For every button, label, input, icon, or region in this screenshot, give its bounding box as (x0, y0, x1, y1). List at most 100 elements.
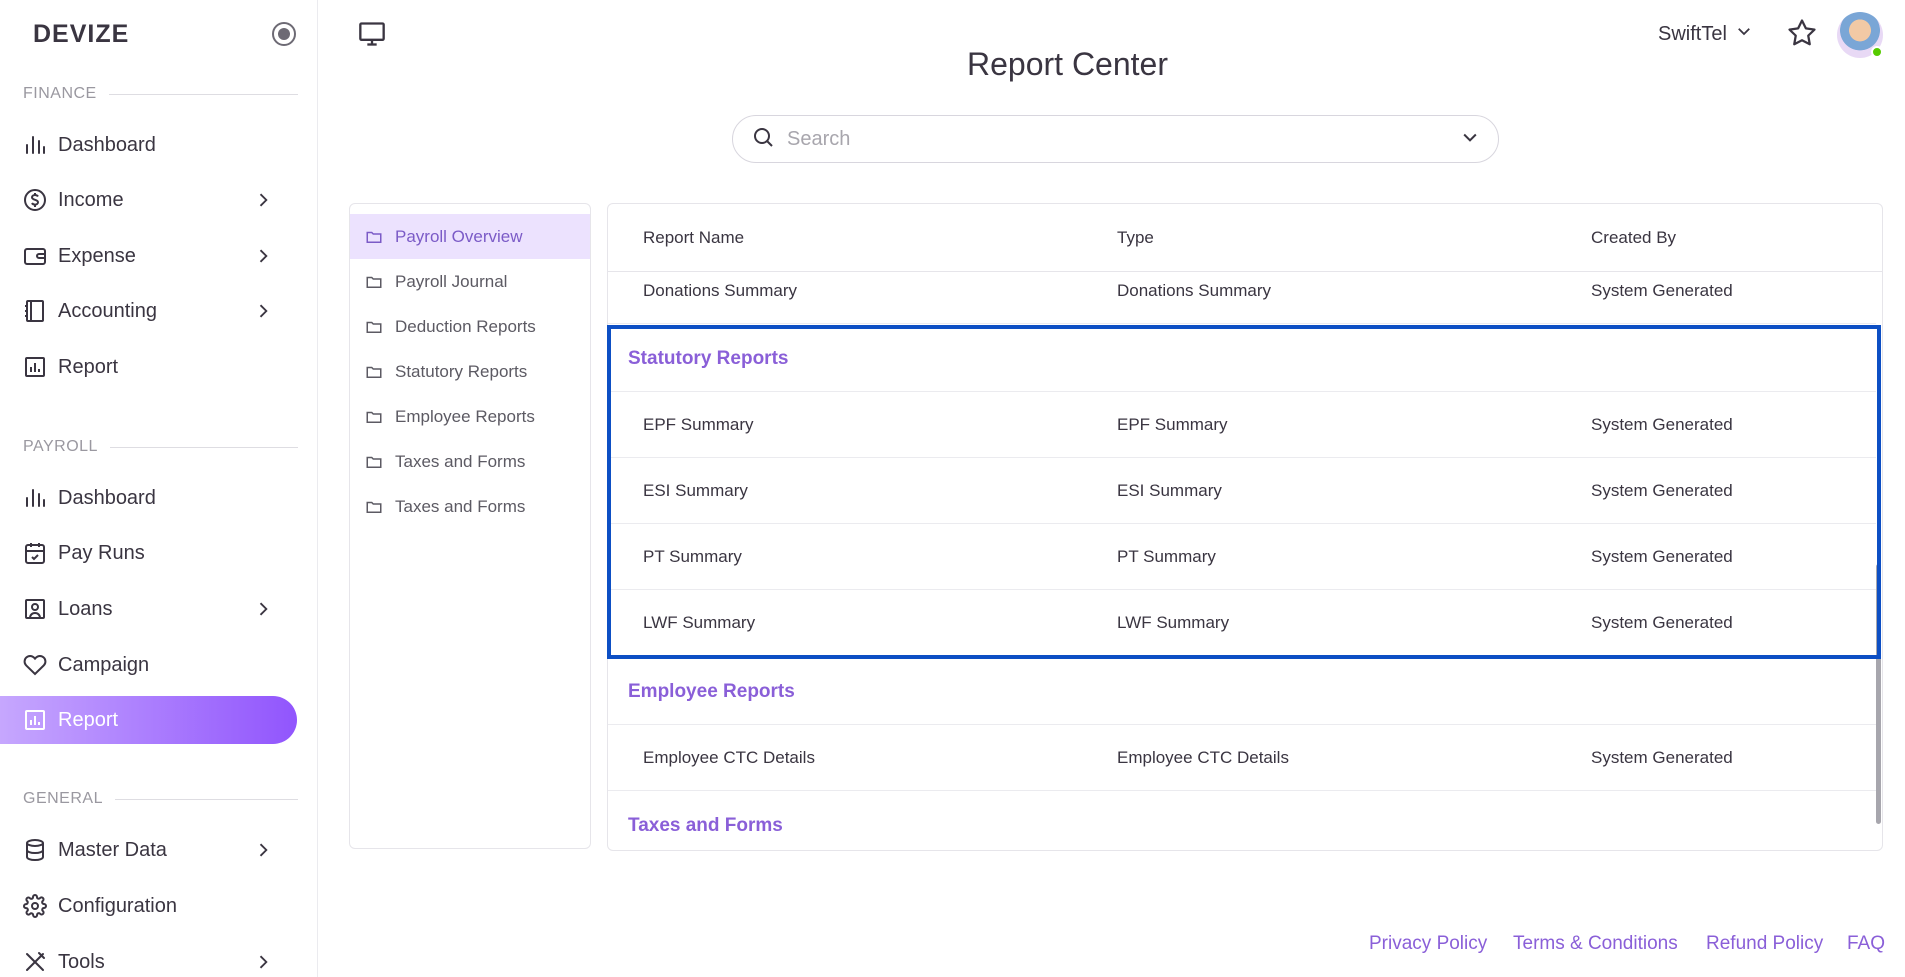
sidebar: DEVIZE FINANCE Dashboard Income Expense … (0, 0, 318, 977)
sidebar-item-label: Tools (58, 950, 105, 973)
sidebar-toggle-icon[interactable] (272, 22, 296, 46)
cell-created-by: System Generated (1591, 612, 1733, 632)
heart-icon (22, 652, 48, 678)
sidebar-item-campaign[interactable]: Campaign (0, 641, 297, 689)
table-row[interactable]: PT Summary PT Summary System Generated (608, 524, 1876, 590)
company-name: SwiftTel (1658, 22, 1727, 45)
table-row[interactable]: LWF Summary LWF Summary System Generated (608, 590, 1876, 656)
folder-label: Taxes and Forms (395, 451, 526, 471)
sidebar-item-label: Dashboard (58, 486, 156, 509)
section-title-general: GENERAL (23, 790, 298, 808)
cell-type: LWF Summary (1117, 612, 1230, 632)
brand-logo: DEVIZE (33, 20, 130, 48)
sidebar-item-expense[interactable]: Expense (0, 232, 297, 280)
ledger-icon (22, 298, 48, 324)
cell-type: Employee CTC Details (1117, 747, 1289, 767)
sidebar-item-payroll-report[interactable]: Report (0, 696, 297, 744)
column-header-report-name[interactable]: Report Name (643, 228, 744, 248)
folder-label: Deduction Reports (395, 316, 536, 336)
sidebar-item-accounting[interactable]: Accounting (0, 287, 297, 335)
folder-item-employee-reports[interactable]: Employee Reports (350, 394, 590, 439)
company-selector[interactable]: SwiftTel (1658, 22, 1753, 46)
section-title-payroll: PAYROLL (23, 438, 298, 456)
sidebar-item-pay-runs[interactable]: Pay Runs (0, 529, 297, 577)
sidebar-item-loans[interactable]: Loans (0, 585, 297, 633)
cell-report-name: LWF Summary (643, 612, 756, 632)
gear-icon (22, 893, 48, 919)
footer-link-terms[interactable]: Terms & Conditions (1513, 933, 1678, 955)
sidebar-item-income[interactable]: Income (0, 176, 297, 224)
search-icon (751, 125, 775, 154)
group-header-employee-reports: Employee Reports (608, 659, 1876, 725)
chevron-right-icon (251, 188, 275, 212)
cell-created-by: System Generated (1591, 280, 1733, 300)
cell-report-name: Employee CTC Details (643, 747, 815, 767)
cell-created-by: System Generated (1591, 546, 1733, 566)
star-icon[interactable] (1787, 18, 1817, 48)
table-scrollbar[interactable] (1876, 564, 1881, 824)
sidebar-item-configuration[interactable]: Configuration (0, 882, 297, 930)
table-row[interactable]: ESI Summary ESI Summary System Generated (608, 458, 1876, 524)
folder-icon (366, 231, 382, 243)
sidebar-item-label: Pay Runs (58, 541, 145, 564)
sidebar-item-master-data[interactable]: Master Data (0, 826, 297, 874)
monitor-icon[interactable] (358, 20, 386, 48)
group-header-taxes-and-forms: Taxes and Forms (628, 815, 783, 836)
folder-icon (366, 456, 382, 468)
footer-link-faq[interactable]: FAQ (1847, 933, 1885, 955)
chevron-down-icon[interactable] (1460, 127, 1480, 152)
cell-type: ESI Summary (1117, 480, 1222, 500)
sidebar-item-payroll-dashboard[interactable]: Dashboard (0, 474, 297, 522)
tools-icon (22, 949, 48, 975)
folder-item-statutory-reports[interactable]: Statutory Reports (350, 349, 590, 394)
sidebar-item-label: Configuration (58, 894, 177, 917)
sidebar-item-label: Report (58, 708, 119, 731)
table-row[interactable]: Employee CTC Details Employee CTC Detail… (608, 725, 1876, 791)
folder-item-payroll-journal[interactable]: Payroll Journal (350, 259, 590, 304)
column-header-type[interactable]: Type (1117, 228, 1154, 248)
chevron-right-icon (251, 244, 275, 268)
folder-item-taxes-and-forms-2[interactable]: Taxes and Forms (350, 484, 590, 529)
chevron-down-icon (1735, 22, 1753, 46)
chevron-right-icon (251, 950, 275, 974)
folder-label: Taxes and Forms (395, 496, 526, 516)
folder-icon (366, 411, 382, 423)
sidebar-item-finance-dashboard[interactable]: Dashboard (0, 121, 297, 169)
table-row[interactable]: Donations Summary Donations Summary Syst… (608, 258, 1876, 324)
section-title-finance: FINANCE (23, 85, 298, 103)
cell-report-name: ESI Summary (643, 480, 748, 500)
cell-report-name: EPF Summary (643, 414, 754, 434)
report-table: Report Name Type Created By Donations Su… (607, 203, 1883, 851)
sidebar-item-finance-report[interactable]: Report (0, 343, 297, 391)
sidebar-item-label: Master Data (58, 838, 167, 861)
sidebar-item-tools[interactable]: Tools (0, 938, 297, 977)
footer-link-privacy-policy[interactable]: Privacy Policy (1369, 933, 1487, 955)
sidebar-item-label: Expense (58, 244, 136, 267)
cell-created-by: System Generated (1591, 747, 1733, 767)
report-folder-list: Payroll Overview Payroll Journal Deducti… (349, 203, 591, 849)
cell-created-by: System Generated (1591, 414, 1733, 434)
folder-item-taxes-and-forms[interactable]: Taxes and Forms (350, 439, 590, 484)
folder-label: Payroll Journal (395, 271, 508, 291)
search-input[interactable] (787, 127, 1460, 151)
table-row[interactable]: EPF Summary EPF Summary System Generated (608, 392, 1876, 458)
chevron-right-icon (251, 299, 275, 323)
sidebar-item-label: Loans (58, 597, 113, 620)
footer-link-refund-policy[interactable]: Refund Policy (1706, 933, 1823, 955)
page-title: Report Center (967, 46, 1168, 82)
cell-created-by: System Generated (1591, 480, 1733, 500)
folder-item-deduction-reports[interactable]: Deduction Reports (350, 304, 590, 349)
cell-report-name: Donations Summary (643, 280, 798, 300)
cell-type: Donations Summary (1117, 280, 1272, 300)
sidebar-item-label: Dashboard (58, 133, 156, 156)
calendar-check-icon (22, 540, 48, 566)
folder-item-payroll-overview[interactable]: Payroll Overview (350, 214, 590, 259)
folder-label: Payroll Overview (395, 226, 523, 246)
cell-type: EPF Summary (1117, 414, 1228, 434)
database-icon (22, 837, 48, 863)
column-header-created-by[interactable]: Created By (1591, 228, 1676, 248)
chevron-right-icon (251, 597, 275, 621)
folder-icon (366, 276, 382, 288)
cell-report-name: PT Summary (643, 546, 742, 566)
sidebar-item-label: Campaign (58, 653, 150, 676)
